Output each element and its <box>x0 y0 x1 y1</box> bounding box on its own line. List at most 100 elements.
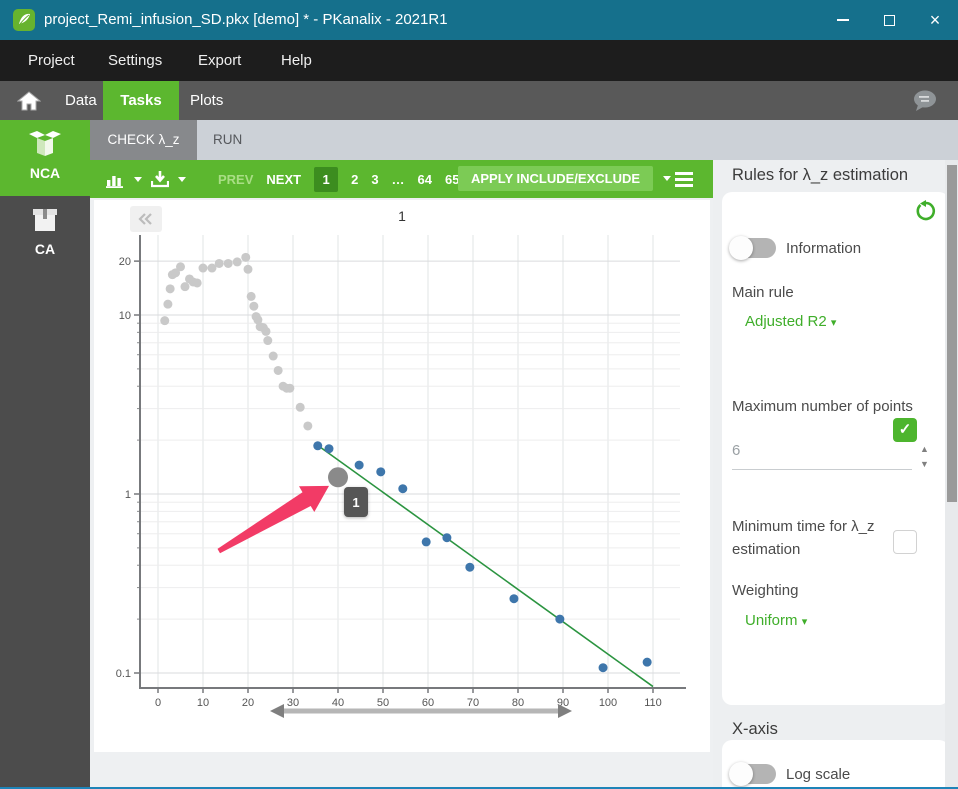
lambda-z-points[interactable] <box>313 441 322 450</box>
spinner-down-icon[interactable]: ▼ <box>920 460 929 469</box>
page-button-2[interactable]: 2 <box>351 172 358 187</box>
excluded-points[interactable] <box>215 259 224 268</box>
hovered-excluded-point[interactable] <box>328 467 348 487</box>
max-points-checkbox[interactable]: ✓ <box>893 418 917 442</box>
plot-toolbar: PREV NEXT 1 2 3 … 64 65 APPLY INCLUDE/EX… <box>90 160 713 198</box>
lambda-z-points[interactable] <box>355 461 364 470</box>
menu-settings[interactable]: Settings <box>108 40 162 81</box>
next-page-button[interactable]: NEXT <box>266 172 301 187</box>
maximize-button[interactable] <box>866 0 912 40</box>
page-button-3[interactable]: 3 <box>371 172 378 187</box>
apply-include-exclude-button[interactable]: APPLY INCLUDE/EXCLUDE <box>458 166 653 191</box>
page-ellipsis: … <box>392 172 405 187</box>
excluded-points[interactable] <box>199 264 208 273</box>
menu-bar: Project Settings Export Help <box>0 40 958 81</box>
lambda-z-points[interactable] <box>422 537 431 546</box>
tab-data[interactable]: Data <box>65 81 97 120</box>
lambda-z-points[interactable] <box>465 563 474 572</box>
main-rule-select[interactable]: Adjusted R2 ▾ <box>745 313 836 330</box>
lambda-z-points[interactable] <box>442 533 451 542</box>
excluded-points[interactable] <box>241 253 250 262</box>
lambda-z-points[interactable] <box>599 663 608 672</box>
excluded-points[interactable] <box>262 327 271 336</box>
excluded-points[interactable] <box>244 265 253 274</box>
excluded-points[interactable] <box>247 292 256 301</box>
lambda-z-points[interactable] <box>325 444 334 453</box>
closed-box-icon <box>28 206 62 233</box>
export-caret-icon[interactable] <box>178 177 186 182</box>
information-toggle[interactable] <box>732 238 776 258</box>
excluded-points[interactable] <box>263 336 272 345</box>
lambda-z-points[interactable] <box>398 484 407 493</box>
svg-text:80: 80 <box>512 697 524 709</box>
minimize-button[interactable] <box>820 0 866 40</box>
max-points-label: Maximum number of points <box>732 398 913 415</box>
information-label: Information <box>786 240 861 257</box>
sidebar-item-nca[interactable]: NCA <box>0 120 90 196</box>
xaxis-card: Log scale <box>722 740 949 789</box>
toolbar-menu-icon[interactable] <box>675 172 693 187</box>
export-plot-icon[interactable] <box>151 171 169 188</box>
menu-project[interactable]: Project <box>28 40 75 81</box>
excluded-points[interactable] <box>303 421 312 430</box>
reset-rules-icon[interactable] <box>915 200 937 222</box>
excluded-points[interactable] <box>176 262 185 271</box>
max-points-input[interactable] <box>732 442 912 470</box>
svg-text:50: 50 <box>377 697 389 709</box>
panel-scrollbar[interactable] <box>945 160 958 789</box>
svg-text:10: 10 <box>119 310 131 322</box>
weighting-value: Uniform <box>745 612 798 629</box>
excluded-points[interactable] <box>193 278 202 287</box>
reply-arrow-icon <box>137 212 155 226</box>
excluded-points[interactable] <box>274 366 283 375</box>
excluded-points[interactable] <box>163 300 172 309</box>
prev-page-button[interactable]: PREV <box>218 172 253 187</box>
home-icon[interactable] <box>17 91 41 111</box>
plot-display-icon[interactable] <box>106 171 125 188</box>
excluded-points[interactable] <box>269 352 278 361</box>
weighting-select[interactable]: Uniform ▾ <box>745 612 807 629</box>
excluded-points[interactable] <box>160 316 169 325</box>
min-time-checkbox[interactable] <box>893 530 917 554</box>
apply-caret-icon[interactable] <box>663 176 671 181</box>
chevron-down-icon: ▾ <box>802 616 808 628</box>
svg-text:60: 60 <box>422 697 434 709</box>
pkanalix-logo-icon <box>13 9 35 31</box>
spinner-up-icon[interactable]: ▲ <box>920 445 929 454</box>
chat-bubble-icon[interactable] <box>910 88 940 114</box>
undo-zoom-button[interactable] <box>130 206 162 232</box>
menu-help[interactable]: Help <box>281 40 312 81</box>
log-scale-toggle[interactable] <box>732 764 776 784</box>
svg-text:70: 70 <box>467 697 479 709</box>
scrollbar-thumb[interactable] <box>947 165 957 502</box>
main-rule-label: Main rule <box>732 284 794 301</box>
lambda-z-points[interactable] <box>376 467 385 476</box>
tab-tasks[interactable]: Tasks <box>103 81 179 120</box>
excluded-points[interactable] <box>249 302 258 311</box>
slider-left-arrow-icon[interactable] <box>270 704 284 718</box>
open-box-icon <box>27 130 63 157</box>
lambda-z-plot: 0102030405060708090100110201010.1 1 1 <box>94 200 710 752</box>
excluded-points[interactable] <box>296 403 305 412</box>
lambda-z-points[interactable] <box>643 658 652 667</box>
menu-export[interactable]: Export <box>198 40 241 81</box>
svg-text:20: 20 <box>242 697 254 709</box>
sidebar-item-ca[interactable]: CA <box>0 196 90 270</box>
excluded-points[interactable] <box>285 384 294 393</box>
plot-display-caret-icon[interactable] <box>134 177 142 182</box>
tab-plots[interactable]: Plots <box>190 81 223 120</box>
subtab-check-lambda-z[interactable]: CHECK λ_z <box>90 120 197 160</box>
page-button-1[interactable]: 1 <box>314 167 338 192</box>
excluded-points[interactable] <box>166 284 175 293</box>
lambda-z-points[interactable] <box>555 615 564 624</box>
subtab-run[interactable]: RUN <box>213 120 242 160</box>
app-window: project_Remi_infusion_SD.pkx [demo] * - … <box>0 0 958 789</box>
excluded-points[interactable] <box>233 257 242 266</box>
concentration-scatter-plot[interactable]: 0102030405060708090100110201010.1 <box>94 200 710 752</box>
lambda-z-points[interactable] <box>509 594 518 603</box>
svg-text:1: 1 <box>125 489 131 501</box>
excluded-points[interactable] <box>181 282 190 291</box>
excluded-points[interactable] <box>224 259 233 268</box>
close-button[interactable]: × <box>912 0 958 40</box>
page-button-64[interactable]: 64 <box>418 172 432 187</box>
